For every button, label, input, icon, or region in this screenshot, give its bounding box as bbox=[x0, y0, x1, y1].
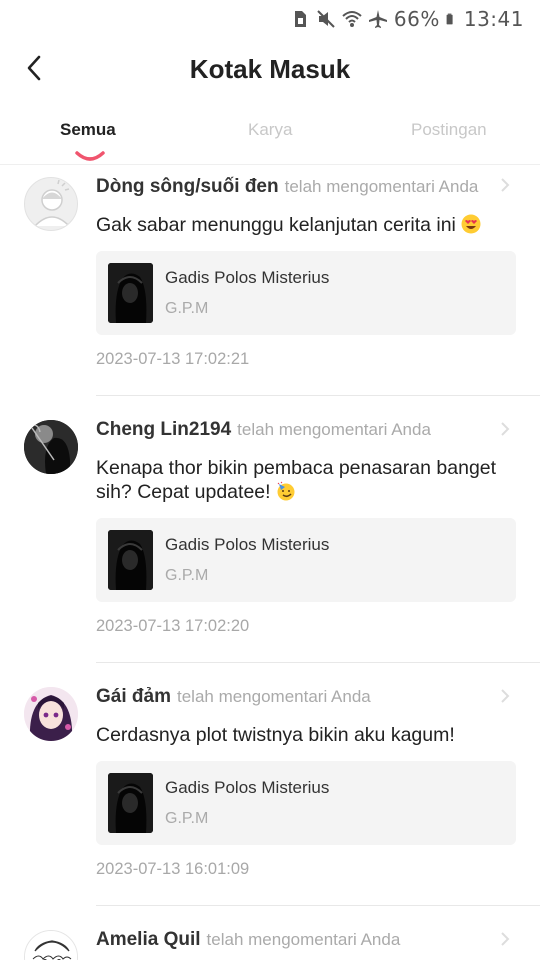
chevron-right-icon bbox=[501, 689, 510, 703]
work-title: Gadis Polos Misterius bbox=[165, 268, 330, 287]
sim-icon bbox=[294, 11, 306, 27]
notification-header: Dòng sông/suối đen telah mengomentari And… bbox=[96, 176, 478, 198]
action-text: telah mengomentari Anda bbox=[206, 930, 401, 949]
book-cover-image bbox=[108, 773, 153, 833]
tab-karya[interactable]: Karya bbox=[248, 120, 292, 140]
notification-item[interactable]: Dòng sông/suối đen telah mengomentari And… bbox=[0, 165, 540, 396]
notification-item[interactable]: Cheng Lin2194 telah mengomentari Anda Ken… bbox=[0, 396, 540, 663]
tab-semua[interactable]: Semua bbox=[60, 120, 116, 140]
avatar[interactable] bbox=[24, 177, 78, 231]
book-cover-image bbox=[108, 530, 153, 590]
page-title: Kotak Masuk bbox=[189, 54, 351, 84]
action-text: telah mengomentari Anda bbox=[237, 420, 431, 439]
work-card[interactable]: Gadis Polos Misterius G.P.M bbox=[96, 251, 516, 335]
dark-figure-avatar-icon bbox=[24, 420, 78, 474]
work-author: G.P.M bbox=[165, 567, 209, 584]
tab-bar: Semua Karya Postingan bbox=[0, 110, 540, 164]
username[interactable]: Dòng sông/suối đen bbox=[96, 176, 279, 197]
battery-percent: 66% bbox=[393, 7, 440, 31]
avatar[interactable] bbox=[24, 930, 78, 960]
comment-text: Gak sabar menunggu kelanjutan cerita ini bbox=[96, 213, 506, 237]
work-title: Gadis Polos Misterius bbox=[165, 535, 330, 554]
avatar[interactable] bbox=[24, 420, 78, 474]
username[interactable]: Gái đảm bbox=[96, 686, 171, 707]
notification-header: Amelia Quil telah mengomentari Anda bbox=[96, 929, 400, 951]
book-cover bbox=[108, 263, 153, 323]
timestamp: 2023-07-13 17:02:21 bbox=[96, 350, 250, 368]
party-face-emoji-icon bbox=[277, 481, 295, 501]
notification-item[interactable]: Amelia Quil telah mengomentari Anda bbox=[0, 906, 540, 960]
work-author: G.P.M bbox=[165, 810, 209, 827]
anime-girl-avatar-icon bbox=[24, 687, 78, 741]
work-title: Gadis Polos Misterius bbox=[165, 778, 330, 797]
mute-icon bbox=[317, 10, 335, 28]
clock: 13:41 bbox=[463, 7, 524, 31]
book-cover-image bbox=[108, 263, 153, 323]
timestamp: 2023-07-13 16:01:09 bbox=[96, 860, 250, 878]
action-text: telah mengomentari Anda bbox=[176, 687, 371, 706]
comment-text: Kenapa thor bikin pembaca penasaran bang… bbox=[96, 457, 497, 503]
username[interactable]: Cheng Lin2194 bbox=[96, 419, 231, 440]
book-cover bbox=[108, 773, 153, 833]
work-card[interactable]: Gadis Polos Misterius G.P.M bbox=[96, 761, 516, 845]
default-avatar-icon bbox=[34, 179, 70, 227]
timestamp: 2023-07-13 17:02:20 bbox=[96, 617, 250, 635]
status-icons: 66% 13:41 bbox=[290, 6, 524, 32]
heart-eyes-emoji-icon bbox=[461, 214, 481, 234]
notification-header: Cheng Lin2194 telah mengomentari Anda bbox=[96, 419, 431, 441]
sketch-avatar-icon bbox=[25, 931, 77, 960]
active-tab-indicator bbox=[75, 151, 105, 161]
notification-header: Gái đảm telah mengomentari Anda bbox=[96, 686, 371, 708]
action-text: telah mengomentari Anda bbox=[284, 177, 479, 196]
tab-postingan[interactable]: Postingan bbox=[411, 120, 487, 140]
battery-icon bbox=[446, 13, 453, 25]
airplane-icon bbox=[368, 10, 387, 28]
chevron-right-icon bbox=[501, 178, 510, 192]
book-cover bbox=[108, 530, 153, 590]
wifi-icon bbox=[342, 11, 362, 27]
header: Kotak Masuk bbox=[0, 36, 540, 102]
status-bar: 66% 13:41 bbox=[0, 0, 540, 36]
work-author: G.P.M bbox=[165, 300, 209, 317]
avatar[interactable] bbox=[24, 687, 78, 741]
chevron-right-icon bbox=[501, 422, 510, 436]
username[interactable]: Amelia Quil bbox=[96, 929, 201, 950]
work-card[interactable]: Gadis Polos Misterius G.P.M bbox=[96, 518, 516, 602]
notification-list: Dòng sông/suối đen telah mengomentari And… bbox=[0, 165, 540, 960]
comment-text: Cerdasnya plot twistnya bikin aku kagum! bbox=[96, 724, 455, 746]
notification-item[interactable]: Gái đảm telah mengomentari Anda Cerdasnya… bbox=[0, 663, 540, 906]
chevron-right-icon bbox=[501, 932, 510, 946]
